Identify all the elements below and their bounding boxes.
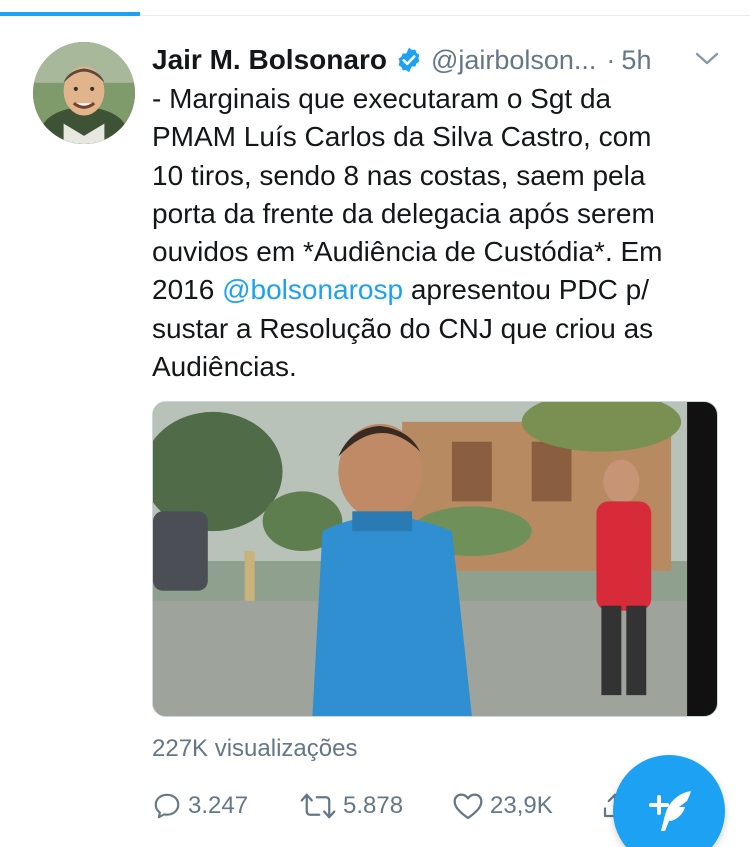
tweet-line: 10 tiros, sendo 8 nas costas, saem pela <box>152 159 646 191</box>
tweet-line: 2016 @bolsonarosp apresentou PDC p/ <box>152 271 727 309</box>
avatar-image <box>33 42 135 144</box>
view-count: 227K visualizações <box>152 735 358 762</box>
chevron-down-icon[interactable] <box>694 48 720 68</box>
separator-dot: · <box>606 44 616 75</box>
tweet-text-fragment: apresentou PDC p/ <box>403 274 649 306</box>
verified-badge-icon <box>395 46 423 74</box>
avatar[interactable] <box>33 42 135 144</box>
reply-count: 3.247 <box>188 792 249 819</box>
compose-tweet-icon <box>649 791 691 831</box>
tweet-line: - Marginais que executaram o Sgt da <box>152 83 612 114</box>
tweet-detail-screen: Jair M. Bolsonaro @jairbolson... · 5h - … <box>0 0 750 847</box>
retweet-count: 5.878 <box>343 792 404 819</box>
like-count: 23,9K <box>490 792 553 819</box>
video-player[interactable] <box>152 401 718 717</box>
like-icon <box>453 793 483 820</box>
reply-icon <box>154 793 180 819</box>
tweet-line: sustar a Resolução do CNJ que criou as <box>152 312 654 344</box>
tweet-text-fragment: 2016 <box>152 274 223 306</box>
tweet-text: - Marginais que executaram o Sgt da PMAM… <box>152 80 727 386</box>
video-frame <box>153 402 717 716</box>
tweet-line: porta da frente da delegacia após serem <box>152 197 655 229</box>
tab-indicator <box>0 12 140 16</box>
tweet-line: PMAM Luís Carlos da Silva Castro, com <box>152 121 652 153</box>
retweet-button[interactable]: 5.878 <box>299 786 403 826</box>
reply-button[interactable]: 3.247 <box>152 786 248 826</box>
compose-tweet-button[interactable] <box>613 755 725 847</box>
like-button[interactable]: 23,9K <box>452 786 553 826</box>
tweet-line: Audiências. <box>152 351 297 383</box>
tweet-header: Jair M. Bolsonaro @jairbolson... · 5h <box>152 40 732 80</box>
author-name[interactable]: Jair M. Bolsonaro <box>152 44 387 76</box>
author-handle[interactable]: @jairbolson... <box>431 45 596 76</box>
tweet-timestamp: 5h <box>621 44 652 75</box>
mention-link[interactable]: @bolsonarosp <box>222 274 403 305</box>
retweet-icon <box>300 793 336 819</box>
tweet-line: ouvidos em *Audiência de Custódia*. Em <box>152 236 663 268</box>
